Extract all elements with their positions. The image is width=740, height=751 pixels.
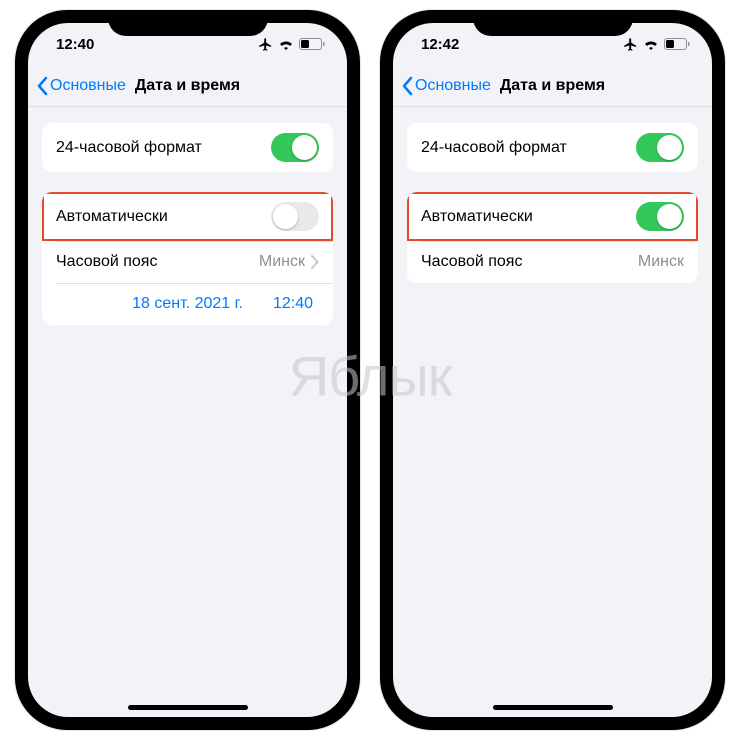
status-time: 12:40: [56, 36, 94, 53]
row-label: Часовой пояс: [421, 253, 522, 271]
row-24h-format: 24-часовой формат: [407, 123, 698, 172]
chevron-right-icon: [311, 255, 319, 269]
row-label: 24-часовой формат: [421, 139, 567, 157]
row-timezone[interactable]: Часовой пояс Минск: [42, 241, 333, 283]
toggle-auto[interactable]: [636, 202, 684, 231]
row-24h-format: 24-часовой формат: [42, 123, 333, 172]
status-icons: [623, 37, 690, 52]
toggle-24h[interactable]: [636, 133, 684, 162]
row-label: Автоматически: [421, 208, 533, 226]
chevron-left-icon: [36, 76, 48, 96]
toggle-auto[interactable]: [271, 202, 319, 231]
group-auto: Автоматически Часовой пояс Минск 18 сент…: [42, 192, 333, 325]
notch: [108, 10, 268, 36]
row-auto: Автоматически: [42, 192, 333, 241]
back-button[interactable]: Основные: [401, 76, 491, 96]
status-time: 12:42: [421, 36, 459, 53]
back-button[interactable]: Основные: [36, 76, 126, 96]
wifi-icon: [278, 38, 294, 50]
timezone-value: Минск: [638, 253, 684, 271]
row-timezone: Часовой пояс Минск: [407, 241, 698, 283]
status-icons: [258, 37, 325, 52]
back-label: Основные: [50, 77, 126, 95]
group-auto: Автоматически Часовой пояс Минск: [407, 192, 698, 283]
timezone-value: Минск: [259, 253, 305, 271]
nav-bar: Основные Дата и время: [28, 65, 347, 107]
phone-right: 12:42 Основные Дата и время 24-часовой ф…: [380, 10, 725, 730]
screen: 12:42 Основные Дата и время 24-часовой ф…: [393, 23, 712, 717]
row-datetime[interactable]: 18 сент. 2021 г. 12:40: [42, 283, 333, 325]
content: 24-часовой формат Автоматически Часовой …: [393, 107, 712, 319]
content: 24-часовой формат Автоматически Часовой …: [28, 107, 347, 361]
page-title: Дата и время: [135, 77, 240, 95]
battery-icon: [664, 38, 690, 50]
home-indicator[interactable]: [128, 705, 248, 710]
back-label: Основные: [415, 77, 491, 95]
screen: 12:40 Основные Дата и время 24-часовой ф…: [28, 23, 347, 717]
row-label: Автоматически: [56, 208, 168, 226]
row-auto: Автоматически: [407, 192, 698, 241]
chevron-left-icon: [401, 76, 413, 96]
battery-icon: [299, 38, 325, 50]
toggle-24h[interactable]: [271, 133, 319, 162]
phone-left: 12:40 Основные Дата и время 24-часовой ф…: [15, 10, 360, 730]
nav-bar: Основные Дата и время: [393, 65, 712, 107]
airplane-icon: [258, 37, 273, 52]
time-value: 12:40: [273, 295, 313, 313]
group-24h: 24-часовой формат: [42, 123, 333, 172]
row-label: 24-часовой формат: [56, 139, 202, 157]
group-24h: 24-часовой формат: [407, 123, 698, 172]
airplane-icon: [623, 37, 638, 52]
notch: [473, 10, 633, 36]
date-value: 18 сент. 2021 г.: [132, 295, 243, 313]
page-title: Дата и время: [500, 77, 605, 95]
wifi-icon: [643, 38, 659, 50]
row-label: Часовой пояс: [56, 253, 157, 271]
home-indicator[interactable]: [493, 705, 613, 710]
